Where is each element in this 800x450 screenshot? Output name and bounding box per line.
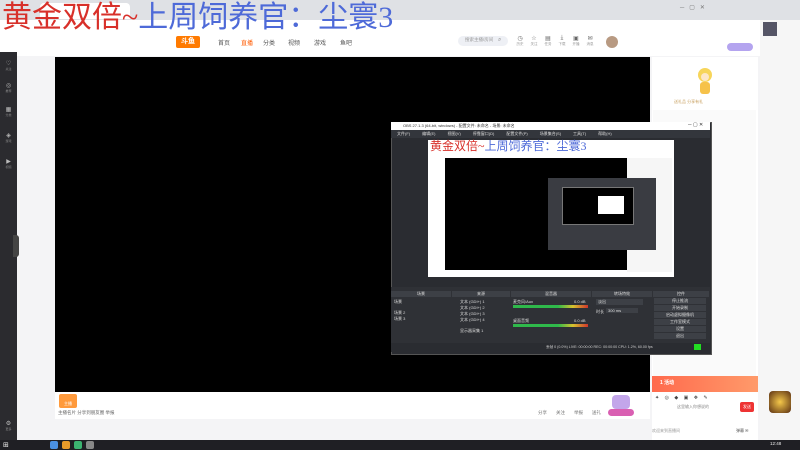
taskbar-app-icon[interactable] <box>50 441 58 449</box>
scene-item[interactable]: 场景 3 <box>394 316 405 322</box>
virtual-camera-button[interactable]: 启动虚拟摄像机 <box>654 312 706 318</box>
streamer-badge[interactable]: 主播 <box>59 394 77 408</box>
os-taskbar <box>0 440 800 450</box>
obs-statusbar: 丢帧 0 (0.0%) LIVE: 00:00:00 REC: 00:00:00… <box>391 343 710 352</box>
ad-caption: 送礼品 分享有礼 <box>674 99 704 104</box>
nav-item-live[interactable]: 直播 <box>241 38 253 47</box>
windows-start-icon[interactable]: ⊞ <box>3 441 9 449</box>
mixer-dock-header: 混音器 <box>511 291 591 297</box>
gift-button[interactable]: 送礼 <box>592 410 601 416</box>
settings-button[interactable]: 设置 <box>654 326 706 332</box>
broadcast-icon[interactable]: ▣ 开播 <box>570 35 582 51</box>
scenes-dock-header: 场景 <box>391 291 451 297</box>
exit-button[interactable]: 退出 <box>654 333 706 339</box>
task-icon[interactable]: ▤ 任务 <box>542 35 554 51</box>
follow-icon[interactable]: ☆ 关注 <box>528 35 540 51</box>
menu-edit[interactable]: 编辑(E) <box>422 131 435 136</box>
menu-view[interactable]: 视图(V) <box>447 131 460 136</box>
nav-item-games[interactable]: 游戏 <box>314 38 326 47</box>
transition-select[interactable]: 淡出 <box>596 299 643 305</box>
gift-pill[interactable] <box>608 409 634 416</box>
follow-button[interactable]: 关注 <box>556 410 565 416</box>
menu-docks[interactable]: 停靠窗口(D) <box>473 131 495 136</box>
mixer-meter <box>513 324 588 327</box>
source-item[interactable]: 文本 (GDI+) 4 <box>460 317 485 323</box>
menu-file[interactable]: 文件(F) <box>397 131 410 136</box>
stream-overlay-title: 黄金双倍~上周饲养官：尘寰3 <box>2 1 394 34</box>
sidebar-item-games[interactable]: ◈ 游戏 <box>1 132 16 143</box>
gift-icon[interactable] <box>612 395 630 409</box>
sidebar-item-more[interactable]: ⚙ 更多 <box>1 420 16 431</box>
taskbar-app-icon[interactable] <box>62 441 70 449</box>
search-placeholder: 搜索主播/房间 <box>465 37 494 42</box>
menu-profile[interactable]: 配置文件(P) <box>506 131 527 136</box>
menu-tools[interactable]: 工具(T) <box>573 131 586 136</box>
transition-duration-input[interactable]: 300 ms <box>606 308 638 313</box>
report-button[interactable]: 举报 <box>574 410 583 416</box>
studio-mode-button[interactable]: 工作室模式 <box>654 319 706 325</box>
obs-titlebar: OBS 27.1.3 (64-bit, windows) - 配置文件: 未命名… <box>391 122 710 130</box>
promo-pill[interactable] <box>727 43 753 51</box>
mixer-meter <box>513 305 588 308</box>
transitions-dock-header: 转场特效 <box>592 291 652 297</box>
mixer-item-db: 0.0 dB <box>574 318 586 323</box>
mini-avatar[interactable] <box>763 22 777 36</box>
chat-input[interactable]: 欢迎来到直播间 <box>652 428 680 434</box>
live-indicator <box>694 344 701 350</box>
source-item[interactable]: 显示器采集 1 <box>460 328 483 334</box>
right-mini-bar <box>760 20 800 440</box>
nav-item-yuba[interactable]: 鱼吧 <box>340 38 352 47</box>
streamer-subinfo: 主播名片 分享到朋友圈 举报 <box>58 410 115 415</box>
sidebar-item-video[interactable]: ▶ 视频 <box>1 158 16 169</box>
menu-help[interactable]: 帮助(H) <box>598 131 612 136</box>
sidebar-collapse-handle[interactable] <box>13 235 19 257</box>
taskbar-clock: 12:48 <box>770 441 782 446</box>
history-icon[interactable]: ◷ 历史 <box>514 35 526 51</box>
nav-item-category[interactable]: 分类 <box>263 38 275 47</box>
nav-item-home[interactable]: 首页 <box>218 38 230 47</box>
promo-text: 1 活动 <box>660 380 675 386</box>
obs-preview-nested-window <box>598 196 624 214</box>
download-icon[interactable]: ⤓ 下载 <box>556 35 568 51</box>
site-logo[interactable]: 斗鱼 <box>176 36 200 48</box>
chat-tool-icons[interactable]: ✦ ◎ ◆ ▣ ❖ ✎ <box>655 395 710 401</box>
stop-stream-button[interactable]: 停止推流 <box>654 298 706 304</box>
site-header <box>0 32 800 56</box>
taskbar-app-icon[interactable] <box>74 441 82 449</box>
obs-window-controls[interactable]: ─ ▢ ✕ <box>688 122 703 128</box>
search-icon[interactable]: ⌕ <box>498 37 504 43</box>
transition-duration-label: 时长 <box>596 309 604 314</box>
game-icon[interactable] <box>769 391 791 413</box>
mascot-image <box>698 68 712 94</box>
send-button[interactable]: 发送 <box>740 402 754 412</box>
sidebar-item-follow[interactable]: ♡ 关注 <box>1 60 16 71</box>
scene-item[interactable]: 场景 <box>394 299 402 305</box>
window-controls[interactable]: ─ ▢ ✕ <box>680 4 705 11</box>
menu-scene-collection[interactable]: 场景集合(S) <box>540 131 561 136</box>
message-icon[interactable]: ✉ 消息 <box>584 35 596 51</box>
controls-dock-header: 控件 <box>653 291 709 297</box>
mixer-item-db: 0.0 dB <box>574 299 586 304</box>
share-button[interactable]: 分享 <box>538 410 547 416</box>
chat-danmu-toggle[interactable]: 弹幕 ✉ <box>736 428 748 434</box>
start-recording-button[interactable]: 开始录制 <box>654 305 706 311</box>
sidebar-item-recommend[interactable]: ◎ 推荐 <box>1 82 16 93</box>
sources-dock-header: 来源 <box>452 291 510 297</box>
taskbar-app-icon[interactable] <box>86 441 94 449</box>
nav-item-video[interactable]: 视频 <box>288 38 300 47</box>
obs-preview-title: 黄金双倍~上周饲养官：尘寰3 <box>430 139 587 153</box>
danmu-input[interactable]: 这里输入你想说的 <box>677 404 709 410</box>
user-avatar[interactable] <box>606 36 618 48</box>
sidebar-item-category[interactable]: ▦ 分类 <box>1 106 16 117</box>
